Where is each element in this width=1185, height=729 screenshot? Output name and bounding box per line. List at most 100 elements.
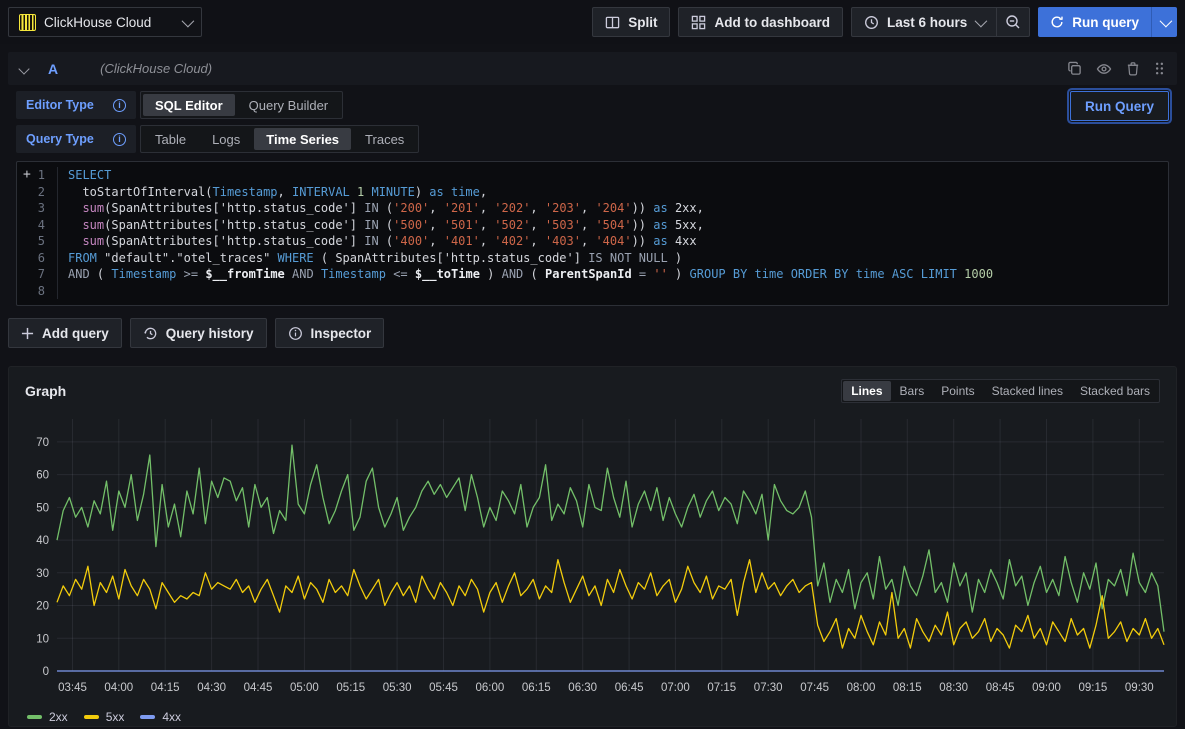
run-query-split-button: Run query bbox=[1038, 7, 1177, 37]
graph-style-bars[interactable]: Bars bbox=[892, 381, 933, 401]
legend-swatch-4xx bbox=[140, 715, 155, 719]
code-line[interactable]: 6FROM "default"."otel_traces" WHERE ( Sp… bbox=[17, 250, 1168, 267]
graph-style-radio-group: Lines Bars Points Stacked lines Stacked … bbox=[841, 379, 1160, 403]
delete-query-button[interactable] bbox=[1126, 61, 1140, 76]
svg-text:05:30: 05:30 bbox=[383, 682, 412, 694]
info-icon[interactable]: i bbox=[113, 99, 126, 112]
query-ref-id[interactable]: A bbox=[48, 61, 58, 77]
chart-legend: 2xx 5xx 4xx bbox=[17, 706, 1168, 728]
explore-actions: Add query Query history Inspector bbox=[8, 318, 1177, 348]
zoom-out-icon bbox=[1005, 14, 1021, 30]
svg-text:09:15: 09:15 bbox=[1079, 682, 1108, 694]
add-to-dashboard-button[interactable]: Add to dashboard bbox=[678, 7, 843, 37]
svg-text:05:45: 05:45 bbox=[429, 682, 458, 694]
svg-text:04:15: 04:15 bbox=[151, 682, 180, 694]
chevron-down-icon bbox=[182, 14, 195, 27]
line-number: 7 bbox=[17, 266, 57, 283]
svg-text:04:45: 04:45 bbox=[244, 682, 273, 694]
drag-dots-icon bbox=[1154, 61, 1165, 76]
info-icon[interactable]: i bbox=[113, 133, 126, 146]
query-datasource-hint: (ClickHouse Cloud) bbox=[100, 61, 212, 76]
time-range-picker[interactable]: Last 6 hours bbox=[851, 7, 997, 37]
svg-text:08:30: 08:30 bbox=[939, 682, 968, 694]
drag-handle[interactable] bbox=[1154, 61, 1165, 76]
svg-text:04:00: 04:00 bbox=[104, 682, 133, 694]
svg-text:04:30: 04:30 bbox=[197, 682, 226, 694]
svg-text:10: 10 bbox=[36, 633, 49, 645]
svg-text:08:00: 08:00 bbox=[847, 682, 876, 694]
graph-style-stacked-bars[interactable]: Stacked bars bbox=[1072, 381, 1158, 401]
legend-item-5xx[interactable]: 5xx bbox=[84, 710, 125, 724]
explore-toolbar: ClickHouse Cloud Split Add to dashboard … bbox=[0, 0, 1185, 44]
sql-code-editor[interactable]: + 1SELECT2 toStartOfInterval(Timestamp, … bbox=[16, 161, 1169, 306]
query-type-radio-group: Table Logs Time Series Traces bbox=[140, 125, 419, 153]
chevron-down-icon bbox=[1160, 14, 1173, 27]
apps-grid-icon bbox=[691, 15, 706, 30]
svg-text:07:45: 07:45 bbox=[800, 682, 829, 694]
graph-panel: Graph Lines Bars Points Stacked lines St… bbox=[8, 366, 1177, 727]
info-circle-icon bbox=[288, 326, 303, 341]
graph-style-points[interactable]: Points bbox=[933, 381, 982, 401]
query-type-option-table[interactable]: Table bbox=[143, 128, 198, 150]
editor-type-radio-group: SQL Editor Query Builder bbox=[140, 91, 343, 119]
svg-text:07:15: 07:15 bbox=[707, 682, 736, 694]
graph-style-stacked-lines[interactable]: Stacked lines bbox=[984, 381, 1071, 401]
inspector-button[interactable]: Inspector bbox=[275, 318, 385, 348]
disable-query-button[interactable] bbox=[1096, 61, 1112, 77]
legend-item-2xx[interactable]: 2xx bbox=[27, 710, 68, 724]
run-query-caret-button[interactable] bbox=[1151, 7, 1177, 37]
svg-text:03:45: 03:45 bbox=[58, 682, 87, 694]
editor-type-option-query-builder[interactable]: Query Builder bbox=[237, 94, 340, 116]
legend-item-4xx[interactable]: 4xx bbox=[140, 710, 181, 724]
panel-title: Graph bbox=[25, 383, 66, 399]
run-query-button[interactable]: Run query bbox=[1038, 7, 1151, 37]
zoom-out-button[interactable] bbox=[997, 7, 1030, 37]
graph-style-lines[interactable]: Lines bbox=[843, 381, 890, 401]
line-number: 3 bbox=[17, 200, 57, 217]
eye-icon bbox=[1096, 61, 1112, 77]
code-line[interactable]: 8 bbox=[17, 283, 1168, 300]
editor-type-label: Editor Type i bbox=[16, 91, 136, 119]
collapse-chevron-icon[interactable] bbox=[18, 63, 29, 74]
svg-text:0: 0 bbox=[43, 666, 49, 678]
query-type-option-time-series[interactable]: Time Series bbox=[254, 128, 351, 150]
svg-text:70: 70 bbox=[36, 437, 49, 449]
add-line-icon[interactable]: + bbox=[23, 167, 31, 184]
svg-text:09:00: 09:00 bbox=[1032, 682, 1061, 694]
time-series-chart[interactable]: 01020304050607003:4504:0004:1504:3004:45… bbox=[17, 409, 1170, 701]
query-history-button[interactable]: Query history bbox=[130, 318, 267, 348]
svg-text:08:45: 08:45 bbox=[986, 682, 1015, 694]
legend-swatch-2xx bbox=[27, 715, 42, 719]
svg-text:08:15: 08:15 bbox=[893, 682, 922, 694]
add-query-button[interactable]: Add query bbox=[8, 318, 122, 348]
sql-code-lines: 1SELECT2 toStartOfInterval(Timestamp, IN… bbox=[17, 167, 1168, 299]
line-number: 6 bbox=[17, 250, 57, 267]
run-query-panel-button[interactable]: Run Query bbox=[1070, 91, 1169, 121]
svg-text:07:30: 07:30 bbox=[754, 682, 783, 694]
svg-text:09:30: 09:30 bbox=[1125, 682, 1154, 694]
line-number: 5 bbox=[17, 233, 57, 250]
datasource-picker[interactable]: ClickHouse Cloud bbox=[8, 7, 202, 37]
svg-text:30: 30 bbox=[36, 568, 49, 580]
split-button[interactable]: Split bbox=[592, 7, 670, 37]
svg-text:06:15: 06:15 bbox=[522, 682, 551, 694]
trash-icon bbox=[1126, 61, 1140, 76]
code-line[interactable]: 3 sum(SpanAttributes['http.status_code']… bbox=[17, 200, 1168, 217]
code-line[interactable]: 4 sum(SpanAttributes['http.status_code']… bbox=[17, 217, 1168, 234]
duplicate-query-button[interactable] bbox=[1067, 61, 1082, 76]
code-line[interactable]: 1SELECT bbox=[17, 167, 1168, 184]
query-type-option-traces[interactable]: Traces bbox=[353, 128, 416, 150]
svg-text:05:15: 05:15 bbox=[336, 682, 365, 694]
query-type-option-logs[interactable]: Logs bbox=[200, 128, 252, 150]
code-line[interactable]: 5 sum(SpanAttributes['http.status_code']… bbox=[17, 233, 1168, 250]
sync-icon bbox=[1050, 15, 1064, 29]
svg-text:07:00: 07:00 bbox=[661, 682, 690, 694]
code-line[interactable]: 7AND ( Timestamp >= $__fromTime AND Time… bbox=[17, 266, 1168, 283]
chevron-down-icon bbox=[975, 14, 988, 27]
datasource-label: ClickHouse Cloud bbox=[44, 15, 174, 30]
code-line[interactable]: 2 toStartOfInterval(Timestamp, INTERVAL … bbox=[17, 184, 1168, 201]
query-row-header: A (ClickHouse Cloud) bbox=[8, 52, 1177, 85]
svg-text:20: 20 bbox=[36, 601, 49, 613]
svg-text:06:00: 06:00 bbox=[476, 682, 505, 694]
editor-type-option-sql-editor[interactable]: SQL Editor bbox=[143, 94, 235, 116]
